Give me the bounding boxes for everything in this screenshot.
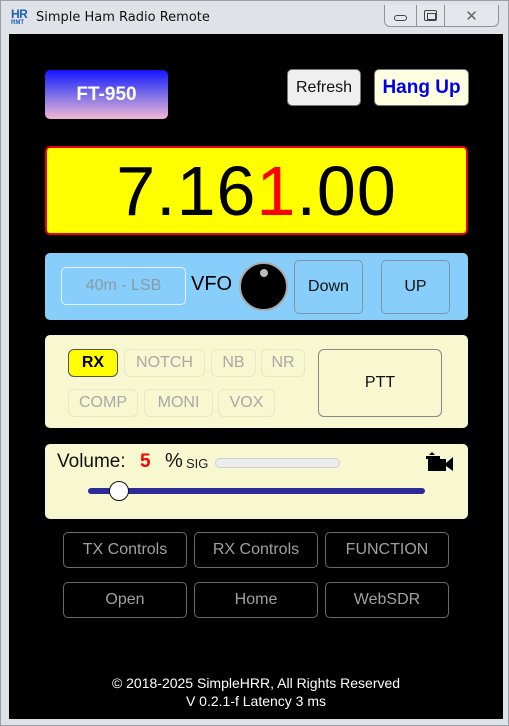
nr-button[interactable]: NR (261, 349, 305, 377)
vfo-label: VFO (191, 273, 233, 295)
footer: © 2018-2025 SimpleHRR, All Rights Reserv… (9, 674, 503, 710)
signal-meter (215, 458, 340, 468)
copyright-text: © 2018-2025 SimpleHRR, All Rights Reserv… (111, 675, 401, 691)
video-camera-icon[interactable] (425, 452, 457, 472)
frequency-selected-digit[interactable]: 1 (257, 151, 297, 231)
function-panel: RX NOTCH NB NR COMP MONI VOX PTT (45, 335, 468, 428)
restore-button[interactable] (417, 5, 445, 26)
window-title: Simple Ham Radio Remote (36, 10, 210, 25)
volume-slider-thumb[interactable] (108, 481, 129, 501)
frequency-prefix[interactable]: 7.16 (116, 151, 256, 231)
app-client-area: FT-950 Refresh Hang Up 7.16 1.00 40m - LS… (9, 34, 503, 719)
window-controls: ✕ (384, 5, 499, 27)
app-logo-icon: HR RMT (11, 7, 31, 29)
open-button[interactable]: Open (63, 582, 187, 618)
function-button[interactable]: FUNCTION (325, 532, 449, 568)
rx-controls-button[interactable]: RX Controls (194, 532, 318, 568)
vfo-panel: 40m - LSB VFO Down UP (45, 253, 468, 320)
vox-button[interactable]: VOX (218, 389, 275, 417)
comp-button[interactable]: COMP (68, 389, 138, 417)
signal-label: SIG (186, 456, 209, 471)
minimize-button[interactable] (385, 5, 417, 26)
moni-button[interactable]: MONI (144, 389, 213, 417)
tx-controls-button[interactable]: TX Controls (63, 532, 187, 568)
frequency-suffix[interactable]: .00 (296, 151, 396, 231)
refresh-button[interactable]: Refresh (287, 69, 361, 106)
volume-unit: % (165, 450, 183, 472)
vfo-up-button[interactable]: UP (381, 260, 450, 314)
volume-value: 5 (140, 451, 151, 472)
volume-slider-track[interactable] (88, 488, 425, 494)
nb-button[interactable]: NB (211, 349, 256, 377)
app-window: HR RMT Simple Ham Radio Remote ✕ FT-950 … (0, 0, 509, 726)
band-mode-button[interactable]: 40m - LSB (61, 267, 186, 305)
home-button[interactable]: Home (194, 582, 318, 618)
ptt-button[interactable]: PTT (318, 349, 442, 417)
websdr-button[interactable]: WebSDR (325, 582, 449, 618)
app-logo-top: HR (11, 7, 28, 21)
app-logo-bottom: RMT (11, 20, 24, 26)
vfo-down-button[interactable]: Down (294, 260, 363, 314)
version-latency-text: V 0.2.1-f Latency 3 ms (185, 693, 327, 709)
notch-button[interactable]: NOTCH (124, 349, 205, 377)
volume-label: Volume: (57, 451, 126, 472)
minimize-icon (394, 14, 407, 21)
close-icon: ✕ (465, 6, 478, 25)
vfo-knob[interactable] (239, 262, 288, 311)
frequency-display[interactable]: 7.16 1.00 (45, 146, 468, 235)
knob-indicator-icon (260, 269, 268, 277)
close-button[interactable]: ✕ (445, 5, 498, 26)
rig-select-button[interactable]: FT-950 (45, 70, 168, 119)
rx-button[interactable]: RX (68, 349, 118, 377)
title-bar[interactable]: HR RMT Simple Ham Radio Remote ✕ (1, 1, 508, 34)
restore-icon (424, 10, 437, 21)
hang-up-button[interactable]: Hang Up (374, 69, 469, 106)
volume-panel: Volume: 5 % SIG (45, 444, 468, 519)
